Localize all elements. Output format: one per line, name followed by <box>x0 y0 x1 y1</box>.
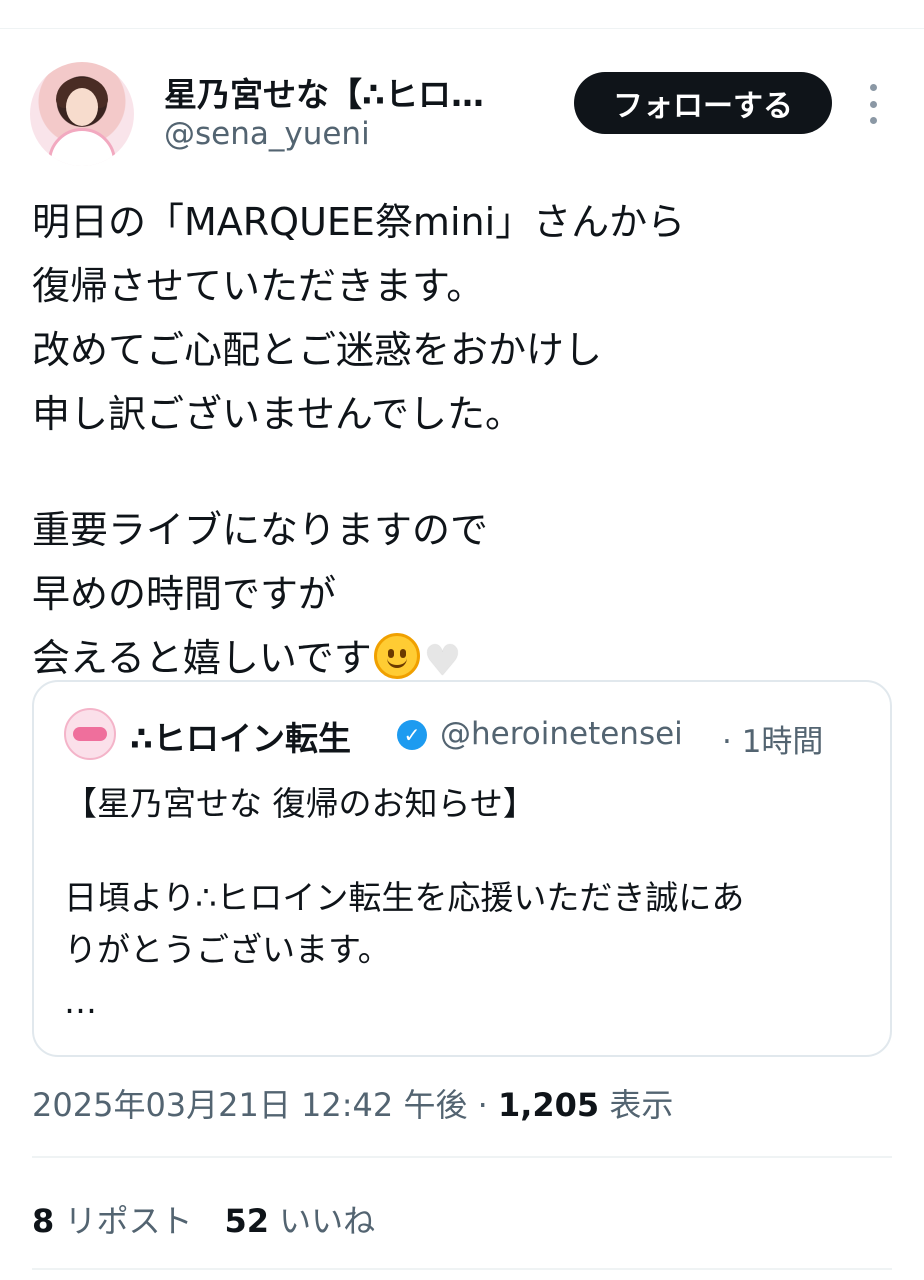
quoted-author-name[interactable]: ∴ヒロイン転生 <box>130 712 351 760</box>
quoted-line: 日頃より∴ヒロイン転生を応援いただき誠にあ <box>64 878 745 917</box>
author-display-name[interactable]: 星乃宮せな【∴ヒロ… <box>164 68 544 116</box>
quoted-line: 【星乃宮せな 復帰のお知らせ】 <box>64 784 536 823</box>
tweet-line: 申し訳ございませんでした。 <box>32 392 523 436</box>
reposts-label[interactable]: リポスト <box>54 1202 192 1240</box>
tweet-line: 復帰させていただきます。 <box>32 264 485 308</box>
tweet-line: 重要ライブになりますので <box>32 508 489 552</box>
tweet-line: 明日の「MARQUEE祭mini」さんから <box>32 200 686 244</box>
likes-label[interactable]: いいね <box>269 1202 375 1240</box>
reposts-count[interactable]: 8 <box>32 1202 54 1240</box>
quoted-line: … <box>64 982 97 1021</box>
tweet-line: 改めてご心配とご迷惑をおかけし <box>32 328 603 372</box>
author-handle[interactable]: @sena_yueni <box>164 116 370 152</box>
divider <box>32 1268 892 1270</box>
follow-button[interactable]: フォローする <box>574 72 832 134</box>
quoted-tweet-text: 【星乃宮せな 復帰のお知らせ】 日頃より∴ヒロイン転生を応援いただき誠にあ りが… <box>64 778 864 1028</box>
quoted-tweet-time[interactable]: · 1時間 <box>722 716 823 761</box>
engagement-stats: 8 リポスト 52 いいね <box>32 1196 375 1242</box>
views-count: 1,205 <box>497 1086 600 1124</box>
quoted-author-handle[interactable]: @heroinetensei <box>440 716 683 752</box>
divider <box>32 1156 892 1158</box>
tweet-timestamp[interactable]: 2025年03月21日 12:42 午後 · <box>32 1086 498 1124</box>
quoted-line: りがとうございます。 <box>64 930 391 969</box>
tweet-line: 早めの時間ですが <box>32 572 337 616</box>
more-options-icon[interactable] <box>864 84 882 124</box>
views-label: 表示 <box>599 1086 674 1124</box>
smiling-face-emoji-icon <box>373 633 420 679</box>
author-avatar[interactable] <box>30 62 134 166</box>
verified-badge-icon: ✓ <box>397 720 427 750</box>
top-divider <box>0 28 924 29</box>
tweet-text: 明日の「MARQUEE祭mini」さんから 復帰させていただきます。 改めてご心… <box>32 190 892 690</box>
quoted-tweet-card[interactable]: ∴ヒロイン転生 ✓ @heroinetensei · 1時間 【星乃宮せな 復帰… <box>32 680 892 1057</box>
likes-count[interactable]: 52 <box>224 1202 269 1240</box>
quoted-author-avatar[interactable] <box>64 708 116 760</box>
tweet-meta: 2025年03月21日 12:42 午後 · 1,205 表示 <box>32 1080 673 1126</box>
